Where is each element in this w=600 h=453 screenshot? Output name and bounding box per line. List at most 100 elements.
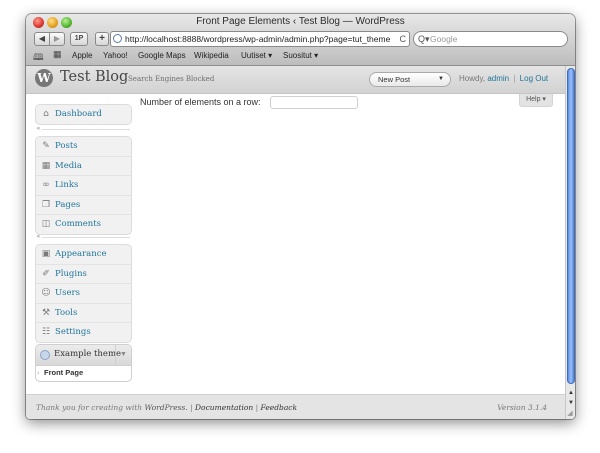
sidebar-item-label: Settings [55, 327, 91, 337]
user-info: Howdy, admin | Log Out [459, 74, 548, 83]
help-tab[interactable]: Help ▾ [519, 94, 553, 107]
wordpress-link[interactable]: WordPress. [144, 403, 187, 412]
submenu-item-label: Front Page [44, 368, 84, 377]
sidebar-item-users[interactable]: ☺ Users [36, 283, 131, 303]
tools-icon: ⚒ [41, 307, 51, 318]
wordpress-logo-icon: W [35, 69, 53, 87]
vertical-scrollbar[interactable]: ▲ ▼ [565, 66, 575, 419]
address-url[interactable]: http://localhost:8888/wordpress/wp-admin… [125, 32, 390, 46]
sidebar-item-posts[interactable]: ✎ Posts [36, 137, 131, 156]
scrollbar-thumb[interactable] [567, 68, 575, 384]
separator-line [42, 129, 130, 130]
bookmark-uutiset[interactable]: Uutiset ▾ [241, 51, 272, 60]
sidebar-item-example-theme[interactable]: Example theme ▼ [36, 345, 131, 366]
pin-icon: ✎ [42, 141, 50, 151]
bookmark-suositut[interactable]: Suositut ▾ [283, 51, 318, 60]
search-engines-blocked-notice[interactable]: Search Engines Blocked [128, 75, 214, 83]
new-post-button[interactable]: New Post [378, 73, 410, 86]
search-icon[interactable]: Q▾ [418, 32, 430, 46]
howdy-text: Howdy, [459, 74, 486, 83]
sidebar-item-dashboard[interactable]: ⌂ Dashboard [36, 105, 131, 124]
forward-button[interactable]: ▶ [49, 32, 65, 46]
top-sites-grid-icon[interactable]: ▦ [53, 49, 62, 60]
address-bar[interactable]: http://localhost:8888/wordpress/wp-admin… [110, 31, 410, 47]
browser-chrome: Front Page Elements ‹ Test Blog — WordPr… [26, 14, 575, 66]
footer-separator: | [190, 403, 193, 412]
media-icon: ▦ [41, 160, 51, 171]
appearance-icon: ▣ [41, 249, 51, 259]
sidebar-item-appearance[interactable]: ▣ Appearance [36, 245, 131, 264]
wp-header: W Test Blog Search Engines Blocked New P… [26, 66, 565, 94]
feedback-link[interactable]: Feedback [261, 403, 298, 412]
comment-icon: ◫ [41, 219, 51, 229]
bookmarks-bar: 🕮 ▦ Apple Yahoo! Google Maps Wikipedia U… [26, 49, 575, 63]
sidebar-item-label: Media [55, 160, 82, 171]
sidebar-item-label: Tools [55, 307, 78, 318]
bookmark-yahoo[interactable]: Yahoo! [103, 51, 128, 60]
sidebar-item-settings[interactable]: ☷ Settings [36, 322, 131, 342]
back-button[interactable]: ◀ [34, 32, 50, 46]
scroll-down-icon[interactable]: ▼ [566, 399, 575, 407]
bookmark-google-maps[interactable]: Google Maps [138, 51, 186, 60]
sidebar-item-label: Example theme [54, 349, 122, 359]
bookmark-wikipedia[interactable]: Wikipedia [194, 51, 229, 60]
elements-per-row-label: Number of elements on a row: [140, 97, 261, 107]
current-arrow-icon: › [37, 368, 40, 377]
bookmark-apple[interactable]: Apple [72, 51, 92, 60]
scroll-up-icon[interactable]: ▲ [566, 389, 575, 397]
sidebar-item-plugins[interactable]: ✐ Plugins [36, 263, 131, 284]
menu-separator[interactable]: ◂ [35, 233, 130, 240]
globe-icon [113, 34, 122, 43]
resize-handle-icon[interactable]: ◢ [565, 409, 575, 419]
search-placeholder: Google [430, 34, 458, 44]
collapse-arrow-icon[interactable]: ◂ [36, 125, 40, 132]
open-book-icon[interactable]: 🕮 [33, 50, 44, 66]
footer-separator: | [255, 403, 259, 412]
users-icon: ☺ [41, 288, 51, 298]
menu-group-example-theme: Example theme ▼ › Front Page [35, 344, 132, 382]
onepassword-button[interactable]: 1P [70, 32, 88, 46]
separator-line [42, 237, 130, 238]
sidebar-item-tools[interactable]: ⚒ Tools [36, 302, 131, 323]
header-separator: | [513, 74, 516, 83]
chevron-down-icon[interactable]: ▼ [438, 73, 444, 86]
submenu-item-front-page[interactable]: › Front Page [36, 366, 131, 380]
elements-per-row-input[interactable] [270, 96, 358, 109]
wp-footer: Thank you for creating with WordPress. |… [26, 394, 565, 419]
sidebar-item-label: Pages [55, 199, 81, 210]
favorite-actions-dropdown[interactable]: New Post ▼ [369, 72, 451, 87]
sidebar-item-pages[interactable]: ❐ Pages [36, 194, 131, 215]
sidebar-item-media[interactable]: ▦ Media [36, 155, 131, 176]
link-icon: ∞ [42, 180, 50, 190]
site-title[interactable]: Test Blog [60, 69, 128, 85]
menu-group-dashboard: ⌂ Dashboard [35, 104, 132, 125]
window-title: Front Page Elements ‹ Test Blog — WordPr… [196, 16, 405, 27]
settings-icon: ☷ [41, 327, 51, 337]
logout-link[interactable]: Log Out [520, 74, 548, 83]
reload-icon[interactable]: C [400, 32, 407, 46]
footer-thanks-text: Thank you for creating with [36, 403, 143, 412]
browser-window: Front Page Elements ‹ Test Blog — WordPr… [26, 14, 575, 419]
menu-separator[interactable]: ◂ [35, 125, 130, 132]
plugin-icon: ✐ [42, 268, 50, 279]
documentation-link[interactable]: Documentation [195, 403, 253, 412]
sidebar-item-label: Dashboard [55, 109, 102, 119]
sidebar-item-label: Users [55, 288, 80, 298]
sidebar-item-label: Appearance [55, 249, 107, 259]
sidebar-item-label: Posts [55, 141, 78, 151]
sidebar-item-label: Links [55, 180, 79, 190]
menu-group-content: ✎ Posts ▦ Media ∞ Links ❐ Pages ◫ Commen… [35, 136, 132, 235]
menu-group-admin: ▣ Appearance ✐ Plugins ☺ Users ⚒ Tools ☷… [35, 244, 132, 343]
submenu-toggle-icon[interactable]: ▼ [115, 345, 131, 365]
sidebar-item-label: Comments [55, 219, 102, 229]
sidebar-item-comments[interactable]: ◫ Comments [36, 214, 131, 234]
home-icon: ⌂ [43, 109, 49, 119]
add-bookmark-button[interactable]: + [95, 32, 109, 46]
theme-icon [40, 350, 50, 360]
search-field[interactable]: Q▾ Google [413, 31, 568, 47]
sidebar-item-links[interactable]: ∞ Links [36, 175, 131, 195]
collapse-arrow-icon[interactable]: ◂ [36, 233, 40, 240]
user-profile-link[interactable]: admin [487, 74, 509, 83]
pages-icon: ❐ [41, 199, 51, 210]
sidebar-item-label: Plugins [55, 268, 87, 279]
